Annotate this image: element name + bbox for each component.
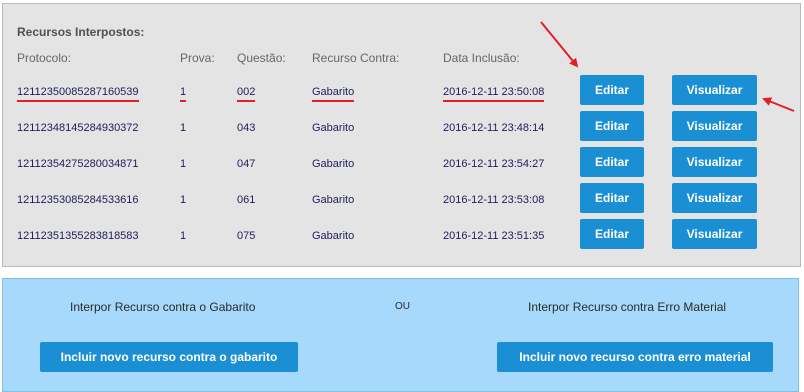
cell-questao: 002 <box>237 86 256 102</box>
cell-protocolo: 12112351355283818583 <box>17 230 139 242</box>
cell-questao: 047 <box>237 158 256 170</box>
view-button[interactable]: Visualizar <box>672 147 757 177</box>
cell-prova: 1 <box>180 86 187 102</box>
cell-prova: 1 <box>180 122 187 134</box>
col-header-prova: Prova: <box>180 51 215 65</box>
gabarito-label: Interpor Recurso contra o Gabarito <box>70 300 256 314</box>
cell-prova: 1 <box>180 230 187 242</box>
view-button[interactable]: Visualizar <box>672 183 757 213</box>
cell-protocolo: 12112350085287160539 <box>17 86 139 102</box>
edit-button[interactable]: Editar <box>580 75 644 105</box>
cell-recurso-contra: Gabarito <box>312 230 355 242</box>
col-header-data-inclusao: Data Inclusão: <box>443 51 520 65</box>
cell-protocolo: 12112353085284533616 <box>17 194 139 206</box>
col-header-protocolo: Protocolo: <box>17 51 72 65</box>
table-row: 12112350085287160539 1 002 Gabarito 2016… <box>3 75 800 109</box>
table-row: 12112348145284930372 1 043 Gabarito 2016… <box>3 111 800 145</box>
cell-data-inclusao: 2016-12-11 23:54:27 <box>443 158 545 170</box>
cell-recurso-contra: Gabarito <box>312 158 355 170</box>
table-row: 12112351355283818583 1 075 Gabarito 2016… <box>3 219 800 253</box>
cell-questao: 061 <box>237 194 256 206</box>
incluir-recurso-panel: Interpor Recurso contra o Gabarito OU In… <box>2 278 799 392</box>
ou-label: OU <box>395 301 410 312</box>
edit-button[interactable]: Editar <box>580 147 644 177</box>
cell-prova: 1 <box>180 158 187 170</box>
view-button[interactable]: Visualizar <box>672 111 757 141</box>
cell-data-inclusao: 2016-12-11 23:48:14 <box>443 122 545 134</box>
table-row: 12112353085284533616 1 061 Gabarito 2016… <box>3 183 800 217</box>
col-header-questao: Questão: <box>237 51 286 65</box>
edit-button[interactable]: Editar <box>580 219 644 249</box>
cell-protocolo: 12112348145284930372 <box>17 122 139 134</box>
incluir-recurso-gabarito-button[interactable]: Incluir novo recurso contra o gabarito <box>40 342 298 372</box>
cell-questao: 075 <box>237 230 256 242</box>
section-title: Recursos Interpostos: <box>17 25 145 39</box>
cell-data-inclusao: 2016-12-11 23:50:08 <box>443 86 545 102</box>
erro-material-label: Interpor Recurso contra Erro Material <box>528 300 727 314</box>
view-button[interactable]: Visualizar <box>672 75 757 105</box>
cell-protocolo: 12112354275280034871 <box>17 158 139 170</box>
recursos-panel: Recursos Interpostos: Protocolo: Prova: … <box>2 3 801 267</box>
cell-data-inclusao: 2016-12-11 23:53:08 <box>443 194 545 206</box>
edit-button[interactable]: Editar <box>580 111 644 141</box>
cell-recurso-contra: Gabarito <box>312 194 355 206</box>
table-row: 12112354275280034871 1 047 Gabarito 2016… <box>3 147 800 181</box>
view-button[interactable]: Visualizar <box>672 219 757 249</box>
col-header-recurso-contra: Recurso Contra: <box>312 51 400 65</box>
cell-recurso-contra: Gabarito <box>312 122 355 134</box>
edit-button[interactable]: Editar <box>580 183 644 213</box>
cell-prova: 1 <box>180 194 187 206</box>
cell-data-inclusao: 2016-12-11 23:51:35 <box>443 230 545 242</box>
cell-recurso-contra: Gabarito <box>312 86 355 102</box>
incluir-recurso-erro-material-button[interactable]: Incluir novo recurso contra erro materia… <box>497 342 773 372</box>
cell-questao: 043 <box>237 122 256 134</box>
